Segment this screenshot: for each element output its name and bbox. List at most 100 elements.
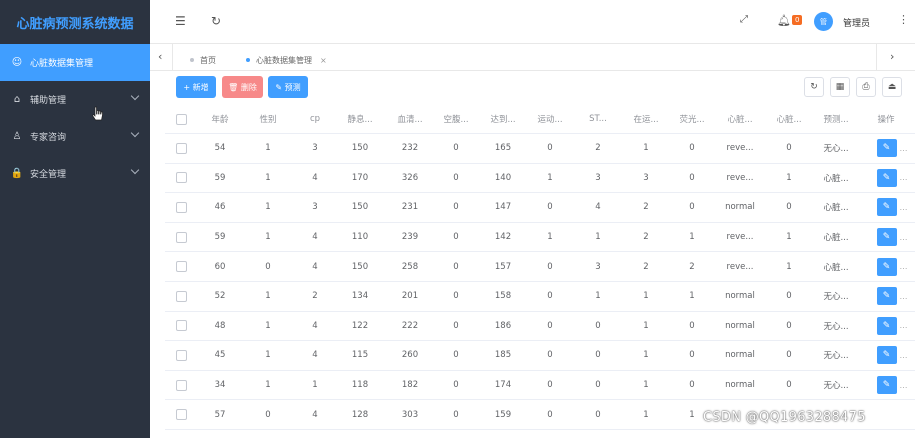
table-row[interactable]: 54 1 3 150 232 0 165 0 2 1 0 reve... 0 无心... ✎… (165, 134, 915, 164)
more-actions-icon[interactable]: … (900, 292, 908, 301)
table-cell: 0 (547, 261, 553, 272)
more-actions-icon[interactable]: … (900, 203, 908, 212)
column-header[interactable]: 性别 (246, 105, 290, 133)
row-checkbox[interactable] (175, 379, 187, 391)
table-cell: 110 (351, 232, 369, 243)
row-checkbox[interactable] (175, 231, 187, 243)
row-checkbox[interactable] (175, 409, 187, 421)
row-checkbox-cell (171, 312, 191, 341)
fullscreen-icon[interactable]: ⤢ (740, 14, 748, 25)
tabs-scroll-left-icon[interactable]: ‹ (158, 50, 162, 63)
column-header[interactable]: cp (293, 105, 337, 133)
table-row[interactable]: 46 1 3 150 231 0 147 0 4 2 0 normal 0 心脏... ✎… (165, 193, 915, 223)
column-header[interactable]: 静息... (338, 105, 382, 133)
table-row[interactable]: 52 1 2 134 201 0 158 0 1 1 1 normal 0 无心... ✎… (165, 282, 915, 312)
refresh-table-icon[interactable]: ↻ (804, 77, 824, 97)
edit-icon[interactable]: ✎ (876, 376, 897, 395)
more-actions-icon[interactable]: … (900, 381, 908, 390)
bell-icon[interactable]: 🔔︎ (777, 14, 791, 27)
edit-icon[interactable]: ✎ (876, 346, 897, 365)
table-cell: 0 (595, 380, 601, 391)
row-checkbox[interactable] (175, 349, 187, 361)
sidebar-item-2[interactable]: ♙ 专家咨询 (0, 118, 150, 155)
row-checkbox[interactable] (175, 320, 187, 332)
more-actions-icon[interactable]: … (900, 144, 908, 153)
column-header[interactable]: 达到... (481, 105, 525, 133)
table-row[interactable]: 59 1 4 170 326 0 140 1 3 3 0 reve... 1 心脏... ✎… (165, 164, 915, 194)
edit-icon[interactable]: ✎ (876, 287, 897, 306)
table-cell: 0 (453, 232, 459, 243)
row-checkbox[interactable] (175, 142, 187, 154)
table-cell: 231 (401, 202, 419, 213)
edit-icon[interactable]: ✎ (876, 228, 897, 247)
table-row[interactable]: 45 1 4 115 260 0 185 0 0 1 0 normal 0 无心... ✎… (165, 341, 915, 371)
column-header[interactable]: 空腹... (434, 105, 478, 133)
row-checkbox[interactable] (175, 172, 187, 184)
table-cell: 0 (547, 380, 553, 391)
more-actions-icon[interactable]: … (900, 321, 908, 330)
column-header[interactable]: 心脏... (767, 105, 811, 133)
column-header[interactable]: 操作 (864, 105, 908, 133)
sidebar-item-3[interactable]: 🔒 安全管理 (0, 155, 150, 192)
close-icon[interactable]: × (320, 56, 327, 65)
row-checkbox[interactable] (175, 290, 187, 302)
table-cell: 1 (643, 350, 649, 361)
column-header[interactable]: 荧光... (670, 105, 714, 133)
column-header[interactable]: 预测... (814, 105, 858, 133)
column-header[interactable]: 在运... (624, 105, 668, 133)
column-header[interactable]: 血清... (388, 105, 432, 133)
edit-icon[interactable]: ✎ (876, 139, 897, 158)
export-icon[interactable]: ⏏ (882, 77, 902, 97)
column-header[interactable]: ST... (576, 105, 620, 133)
add-button[interactable]: + 新增 (176, 76, 216, 98)
edit-icon[interactable]: ✎ (876, 198, 897, 217)
column-header[interactable]: 心脏... (718, 105, 762, 133)
actions-cell: ✎… (867, 164, 915, 193)
tabs-scroll-right-icon[interactable]: › (890, 50, 894, 63)
sidebar-item-0[interactable]: ☺ 心脏数据集管理 (0, 44, 150, 81)
edit-icon[interactable]: ✎ (876, 257, 897, 276)
table-cell: 0 (547, 320, 553, 331)
avatar[interactable]: 管 (814, 12, 833, 31)
more-actions-icon[interactable]: … (900, 173, 908, 182)
table-cell: 0 (595, 350, 601, 361)
delete-button[interactable]: 🗑 删除 (222, 76, 263, 98)
edit-icon[interactable]: ✎ (876, 168, 897, 187)
table-cell: 2 (643, 202, 649, 213)
table-row[interactable]: 48 1 4 122 222 0 186 0 0 1 0 normal 0 无心... ✎… (165, 312, 915, 342)
tab-1[interactable]: 心脏数据集管理 × (246, 50, 327, 70)
edit-icon[interactable]: ✎ (876, 316, 897, 335)
table-row[interactable]: 34 1 1 118 182 0 174 0 0 1 0 normal 0 无心... ✎… (165, 371, 915, 401)
column-header[interactable]: 年龄 (198, 105, 242, 133)
table-cell: 0 (689, 320, 695, 331)
table-cell: 2 (643, 232, 649, 243)
tabs-bar: ‹ 首页 心脏数据集管理 × › (150, 44, 915, 71)
table-row[interactable]: 60 0 4 150 258 0 157 0 3 2 2 reve... 1 心脏... ✎… (165, 252, 915, 282)
select-all-checkbox[interactable] (175, 113, 187, 125)
sidebar-item-label: 心脏数据集管理 (30, 59, 94, 69)
sidebar-item-1[interactable]: ⌂ 辅助管理 (0, 81, 150, 118)
row-checkbox[interactable] (175, 201, 187, 213)
print-icon[interactable]: ⎙ (856, 77, 876, 97)
more-actions-icon[interactable]: … (900, 262, 908, 271)
column-header[interactable]: 运动... (528, 105, 572, 133)
table-cell: 0 (453, 380, 459, 391)
table-cell: 159 (494, 409, 512, 420)
refresh-icon[interactable]: ↻ (211, 14, 221, 28)
row-checkbox[interactable] (175, 261, 187, 273)
table-cell: 1 (265, 232, 271, 243)
table-cell: 1 (643, 291, 649, 302)
user-name[interactable]: 管理员 (843, 16, 870, 29)
menu-fold-icon[interactable]: ☰ (175, 14, 186, 28)
more-vertical-icon[interactable]: ⋮ (898, 13, 909, 26)
predict-button[interactable]: ✎ 预测 (268, 76, 308, 98)
columns-icon[interactable]: ▦ (830, 77, 850, 97)
table-cell: 1 (547, 232, 553, 243)
more-actions-icon[interactable]: … (900, 351, 908, 360)
table-row[interactable]: 59 1 4 110 239 0 142 1 1 2 1 reve... 1 心脏... ✎… (165, 223, 915, 253)
tab-0[interactable]: 首页 (190, 50, 216, 70)
table-cell: 1 (265, 380, 271, 391)
more-actions-icon[interactable]: … (900, 233, 908, 242)
table-cell: 52 (214, 291, 226, 302)
table-cell: reve... (726, 172, 754, 183)
